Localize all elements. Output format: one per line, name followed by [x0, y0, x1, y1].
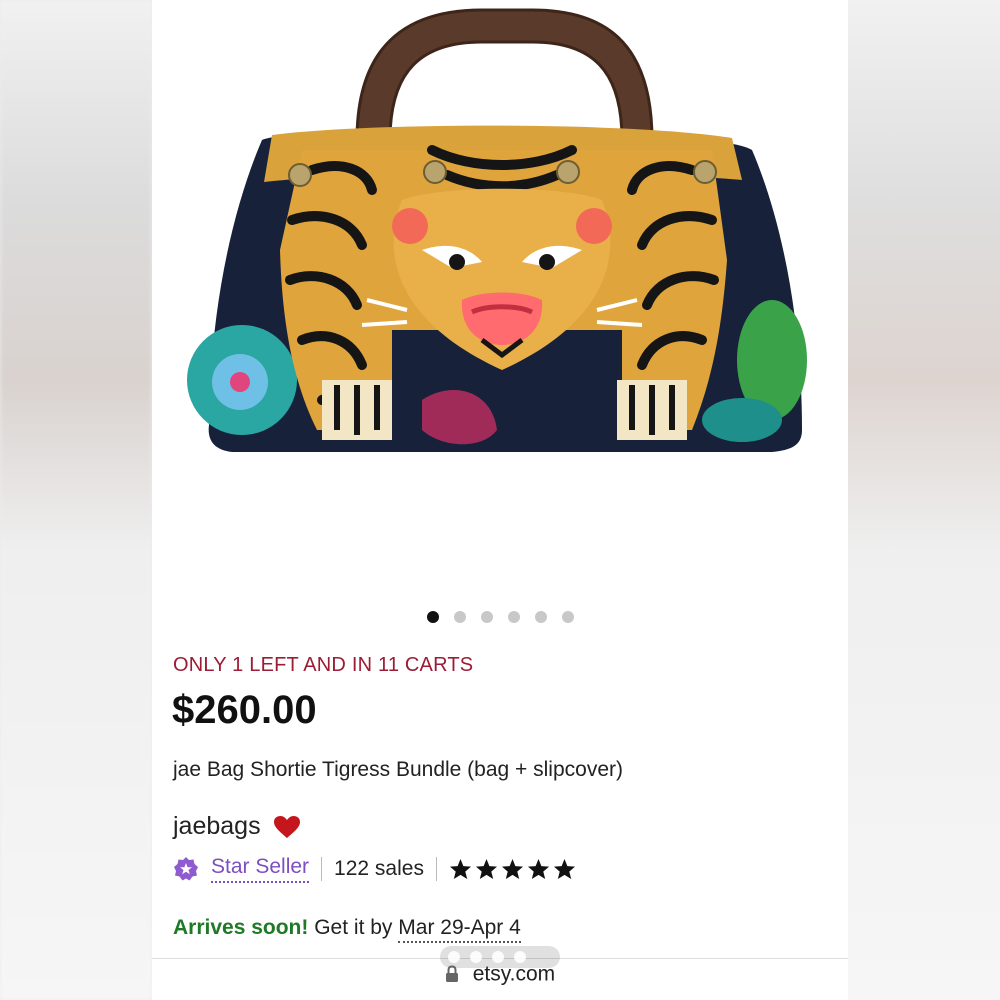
shop-row: jaebags — [173, 812, 301, 846]
listing-price: $260.00 — [172, 688, 317, 732]
star-icon — [501, 858, 523, 880]
star-icon — [475, 858, 497, 880]
carousel-dot[interactable] — [454, 610, 466, 623]
star-seller-link[interactable]: Star Seller — [211, 855, 310, 883]
carousel-dot[interactable] — [562, 610, 574, 623]
background-blur-right — [848, 0, 1000, 1000]
scarcity-notice: ONLY 1 LEFT AND IN 11 CARTS — [173, 654, 474, 676]
sales-count: 122 sales — [334, 857, 424, 880]
lock-icon — [445, 965, 458, 983]
divider — [435, 857, 437, 881]
heart-icon[interactable] — [273, 815, 301, 839]
carousel-dot[interactable] — [427, 610, 439, 623]
star-seller-badge-icon — [174, 857, 198, 881]
listing-title: jae Bag Shortie Tigress Bundle (bag + sl… — [173, 758, 623, 781]
star-icon — [553, 858, 575, 880]
image-carousel-dots[interactable] — [152, 608, 848, 624]
arrives-soon-label: Arrives soon! — [173, 916, 309, 939]
star-icon — [527, 858, 549, 880]
background-blur-left — [0, 0, 152, 1000]
seller-info-row: Star Seller 122 sales — [173, 852, 579, 886]
carousel-dot[interactable] — [535, 610, 547, 623]
url-text: etsy.com — [472, 962, 556, 986]
product-image[interactable] — [152, 0, 848, 590]
carousel-dot[interactable] — [508, 610, 520, 623]
phone-screen: ONLY 1 LEFT AND IN 11 CARTS $260.00 jae … — [152, 0, 848, 1000]
delivery-estimate: Arrives soon! Get it by Mar 29-Apr 4 — [173, 916, 521, 943]
shop-name-link[interactable]: jaebags — [173, 812, 261, 840]
get-it-by-label: Get it by — [314, 916, 393, 939]
carousel-dot[interactable] — [481, 610, 493, 623]
star-icon — [449, 858, 471, 880]
divider — [321, 857, 323, 881]
delivery-date-range[interactable]: Mar 29-Apr 4 — [398, 916, 521, 943]
rating-stars[interactable] — [449, 858, 579, 880]
browser-url-bar[interactable]: etsy.com — [152, 962, 848, 1000]
